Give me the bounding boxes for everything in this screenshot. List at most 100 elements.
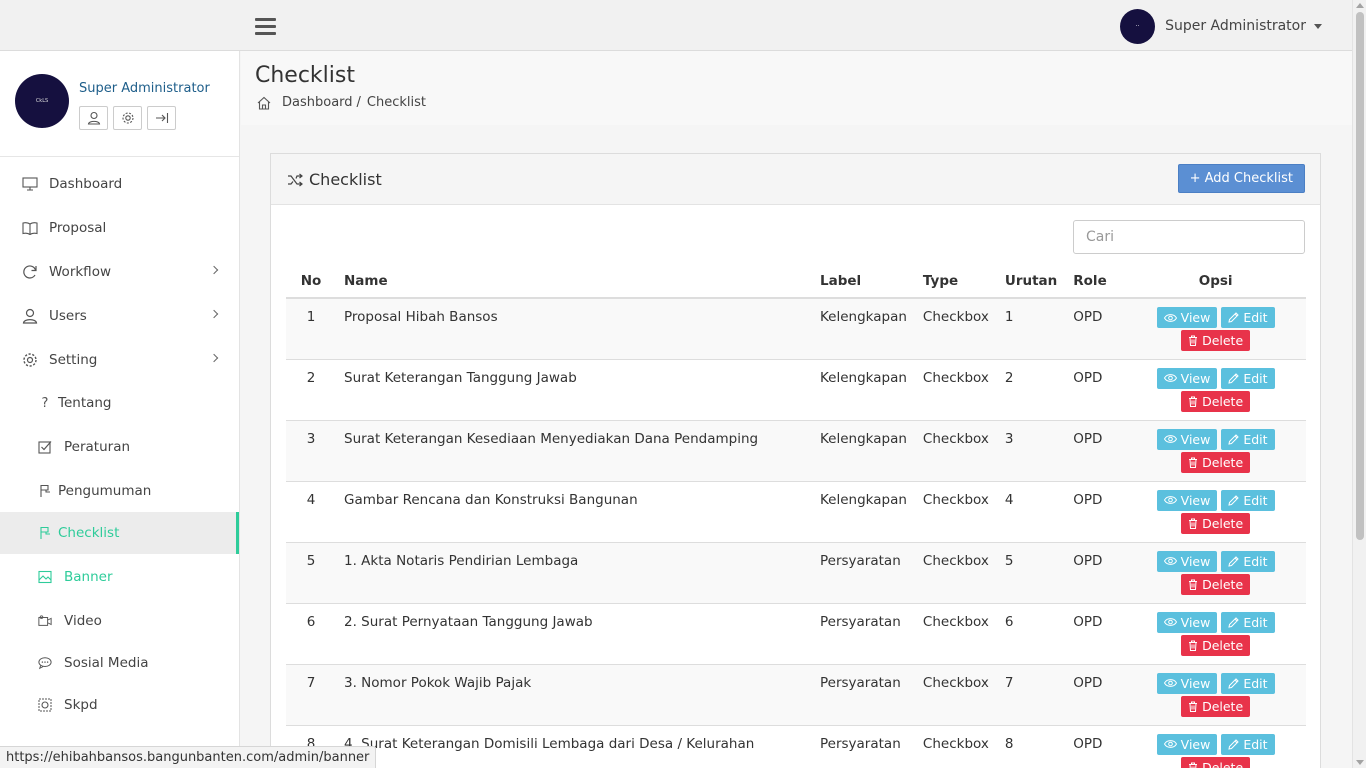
view-button[interactable]: View [1156, 550, 1218, 572]
edit-button[interactable]: Edit [1221, 367, 1275, 389]
delete-button[interactable]: Delete [1181, 390, 1251, 412]
column-header-no[interactable]: No [286, 264, 336, 299]
view-button[interactable]: View [1156, 307, 1218, 328]
edit-button[interactable]: Edit [1221, 428, 1275, 450]
view-button[interactable]: View [1156, 611, 1218, 633]
sidebar-item-label: Skpd [64, 697, 98, 713]
cell-no: 4 [286, 481, 336, 543]
sidebar-subitem-checklist[interactable]: Checklist [0, 512, 239, 554]
sidebar-subitem-video[interactable]: Video [0, 600, 239, 642]
edit-button[interactable]: Edit [1221, 307, 1275, 328]
trash-icon [1189, 518, 1198, 529]
view-button[interactable]: View [1156, 672, 1218, 694]
cell-type: Checkbox [914, 664, 997, 726]
cell-role: OPD [1065, 664, 1126, 726]
view-button[interactable]: View [1156, 489, 1218, 511]
view-button[interactable]: View [1156, 428, 1218, 450]
delete-button[interactable]: Delete [1181, 573, 1251, 595]
cell-no: 2 [286, 359, 336, 421]
pencil-icon [1228, 312, 1240, 323]
scrollbar-thumb[interactable] [1356, 12, 1364, 540]
column-header-name[interactable]: Name [336, 264, 812, 299]
delete-button[interactable]: Delete [1181, 451, 1251, 473]
edit-button[interactable]: Edit [1221, 550, 1275, 572]
sidebar-item-label: Checklist [58, 525, 120, 541]
sidebar-item-setting[interactable]: Setting [0, 338, 239, 382]
cell-role: OPD [1065, 420, 1126, 482]
view-label: View [1180, 736, 1211, 752]
cell-type: Checkbox [914, 298, 997, 360]
table-row: 7 3. Nomor Pokok Wajib Pajak Persyaratan Ch… [286, 664, 1306, 726]
delete-button[interactable]: Delete [1181, 512, 1251, 534]
cell-type: Checkbox [914, 725, 997, 768]
home-icon [257, 96, 271, 110]
sidebar-item-label: Sosial Media [64, 655, 149, 671]
delete-button[interactable]: Delete [1181, 756, 1251, 768]
cell-urutan: 2 [996, 359, 1066, 421]
sidebar-subitem-tentang[interactable]: ? Tentang [0, 382, 239, 424]
cell-name: 3. Nomor Pokok Wajib Pajak [336, 664, 812, 726]
scroll-up-arrow-icon[interactable] [1356, 3, 1364, 8]
page-scrollbar[interactable] [1352, 0, 1366, 768]
breadcrumb-home-link[interactable]: Dashboard [282, 95, 353, 110]
delete-label: Delete [1202, 454, 1244, 470]
edit-button[interactable]: Edit [1221, 733, 1275, 755]
profile-name: Super Administrator [79, 81, 210, 96]
checklist-panel: Checklist + Add Checklist No Name Label … [270, 153, 1321, 768]
question-icon: ? [41, 395, 49, 411]
profile-button[interactable] [79, 106, 108, 130]
sidebar-subitem-pengumuman[interactable]: Pengumuman [0, 470, 239, 512]
search-input[interactable] [1073, 220, 1305, 254]
edit-button[interactable]: Edit [1221, 611, 1275, 633]
settings-button[interactable] [113, 106, 142, 130]
sidebar-subitem-skpd[interactable]: Skpd [0, 684, 239, 726]
delete-label: Delete [1202, 698, 1244, 714]
cell-role: OPD [1065, 359, 1126, 421]
column-header-label[interactable]: Label [812, 264, 915, 299]
hamburger-menu-icon[interactable] [255, 18, 276, 36]
edit-button[interactable]: Edit [1221, 672, 1275, 694]
sidebar-item-label: Peraturan [64, 439, 131, 455]
cell-label: Kelengkapan [812, 298, 915, 360]
view-label: View [1180, 431, 1211, 447]
cell-opsi: View Edit Delete [1125, 603, 1306, 665]
table-row: 2 Surat Keterangan Tanggung Jawab Kelengka… [286, 359, 1306, 421]
sidebar-item-label: Banner [64, 569, 113, 585]
column-header-urutan[interactable]: Urutan [996, 264, 1066, 299]
eye-icon [1163, 496, 1177, 504]
delete-label: Delete [1202, 576, 1244, 592]
page-title: Checklist [255, 63, 355, 88]
sidebar-subitem-banner[interactable]: Banner [0, 554, 239, 600]
delete-label: Delete [1202, 759, 1244, 768]
cell-label: Kelengkapan [812, 420, 915, 482]
delete-label: Delete [1202, 515, 1244, 531]
delete-button[interactable]: Delete [1181, 330, 1251, 351]
cell-urutan: 5 [996, 542, 1066, 604]
flag-icon [38, 482, 52, 500]
view-button[interactable]: View [1156, 367, 1218, 389]
sidebar-item-users[interactable]: Users [0, 294, 239, 338]
avatar: ·· [1120, 8, 1156, 44]
delete-label: Delete [1202, 637, 1244, 653]
delete-button[interactable]: Delete [1181, 695, 1251, 717]
sidebar-item-dashboard[interactable]: Dashboard [0, 162, 239, 206]
user-dropdown[interactable]: ·· Super Administrator [1120, 8, 1322, 44]
edit-button[interactable]: Edit [1221, 489, 1275, 511]
eye-icon [1163, 618, 1177, 626]
trash-icon [1189, 762, 1198, 768]
column-header-role[interactable]: Role [1065, 264, 1126, 299]
add-checklist-button[interactable]: + Add Checklist [1177, 164, 1305, 193]
sidebar-item-proposal[interactable]: Proposal [0, 206, 239, 250]
sidebar-subitem-sosial-media[interactable]: Sosial Media [0, 642, 239, 684]
edit-label: Edit [1243, 736, 1268, 752]
chat-icon [38, 654, 52, 672]
sidebar-item-label: Tentang [58, 395, 112, 411]
sidebar-subitem-peraturan[interactable]: Peraturan [0, 424, 239, 470]
delete-button[interactable]: Delete [1181, 634, 1251, 656]
logout-button[interactable] [147, 106, 176, 130]
column-header-type[interactable]: Type [914, 264, 997, 299]
view-button[interactable]: View [1156, 733, 1218, 755]
scroll-down-arrow-icon[interactable] [1356, 760, 1364, 765]
edit-label: Edit [1243, 431, 1268, 447]
sidebar-item-workflow[interactable]: Workflow [0, 250, 239, 294]
